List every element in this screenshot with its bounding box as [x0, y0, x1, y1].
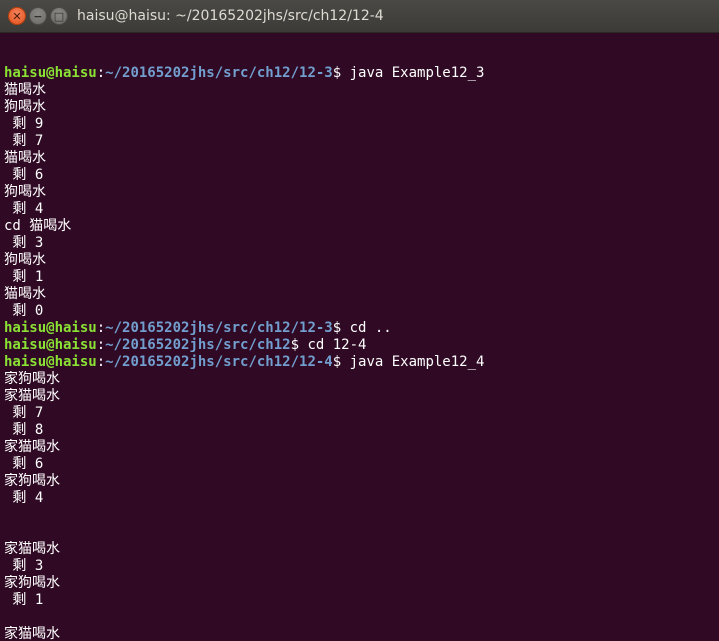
prompt-command: java Example12_3	[349, 65, 485, 81]
output-line: 剩 4	[4, 201, 44, 217]
prompt-colon: :	[96, 337, 106, 353]
output-line: 剩 4	[4, 490, 44, 506]
prompt-path: ~/20165202jhs/src/ch12/12-4	[105, 354, 333, 370]
output-line: 家猫喝水	[4, 541, 60, 557]
output-line: 家猫喝水	[4, 439, 60, 455]
output-line: 家狗喝水	[4, 371, 60, 387]
output-line: 猫喝水	[4, 82, 46, 98]
prompt-symbol: $	[332, 354, 350, 370]
output-line: 剩 7	[4, 405, 44, 421]
maximize-button[interactable]: □	[50, 7, 68, 25]
prompt-command: cd 12-4	[307, 337, 367, 353]
prompt-user: haisu@haisu	[4, 354, 97, 370]
prompt-path: ~/20165202jhs/src/ch12	[105, 337, 291, 353]
output-line: 猫喝水	[4, 286, 46, 302]
output-line: 家猫喝水	[4, 388, 60, 404]
output-line: 家猫喝水	[4, 626, 60, 641]
output-line: 剩 3	[4, 558, 44, 574]
output-line: cd 猫喝水	[4, 218, 72, 234]
output-line: 家狗喝水	[4, 575, 60, 591]
prompt-line: haisu@haisu:~/20165202jhs/src/ch12/12-3$…	[4, 65, 716, 82]
prompt-line: haisu@haisu:~/20165202jhs/src/ch12/12-4$…	[4, 354, 716, 371]
prompt-colon: :	[96, 65, 106, 81]
prompt-line: haisu@haisu:~/20165202jhs/src/ch12$ cd 1…	[4, 337, 716, 354]
output-line: 剩 1	[4, 592, 44, 608]
prompt-symbol: $	[332, 65, 350, 81]
window-title: haisu@haisu: ~/20165202jhs/src/ch12/12-4	[77, 8, 384, 24]
prompt-colon: :	[96, 320, 106, 336]
prompt-symbol: $	[290, 337, 308, 353]
output-line: 猫喝水	[4, 150, 46, 166]
output-line: 剩 9	[4, 116, 44, 132]
output-line: 剩 7	[4, 133, 44, 149]
prompt-colon: :	[96, 354, 106, 370]
terminal-output[interactable]: haisu@haisu:~/20165202jhs/src/ch12/12-3$…	[4, 48, 716, 641]
output-line: 剩 8	[4, 422, 44, 438]
prompt-path: ~/20165202jhs/src/ch12/12-3	[105, 65, 333, 81]
output-line: 狗喝水	[4, 252, 46, 268]
prompt-user: haisu@haisu	[4, 337, 97, 353]
output-line: 家狗喝水	[4, 473, 60, 489]
output-line: 剩 1	[4, 269, 44, 285]
minimize-button[interactable]: −	[29, 7, 47, 25]
close-icon: ✕	[12, 10, 22, 23]
output-line: 剩 3	[4, 235, 44, 251]
prompt-command: java Example12_4	[349, 354, 485, 370]
output-line: 剩 6	[4, 167, 44, 183]
prompt-user: haisu@haisu	[4, 65, 97, 81]
output-line: 狗喝水	[4, 99, 46, 115]
output-line: 剩 6	[4, 456, 44, 472]
prompt-symbol: $	[332, 320, 350, 336]
minimize-icon: −	[33, 10, 43, 23]
prompt-command: cd ..	[349, 320, 392, 336]
prompt-path: ~/20165202jhs/src/ch12/12-3	[105, 320, 333, 336]
maximize-icon: □	[53, 10, 65, 23]
prompt-user: haisu@haisu	[4, 320, 97, 336]
title-bar[interactable]: ✕ − □ haisu@haisu: ~/20165202jhs/src/ch1…	[0, 0, 719, 33]
prompt-line: haisu@haisu:~/20165202jhs/src/ch12/12-3$…	[4, 320, 716, 337]
output-line: 狗喝水	[4, 184, 46, 200]
output-line: 剩 0	[4, 303, 44, 319]
terminal-window: ✕ − □ haisu@haisu: ~/20165202jhs/src/ch1…	[0, 0, 719, 641]
close-button[interactable]: ✕	[8, 7, 26, 25]
